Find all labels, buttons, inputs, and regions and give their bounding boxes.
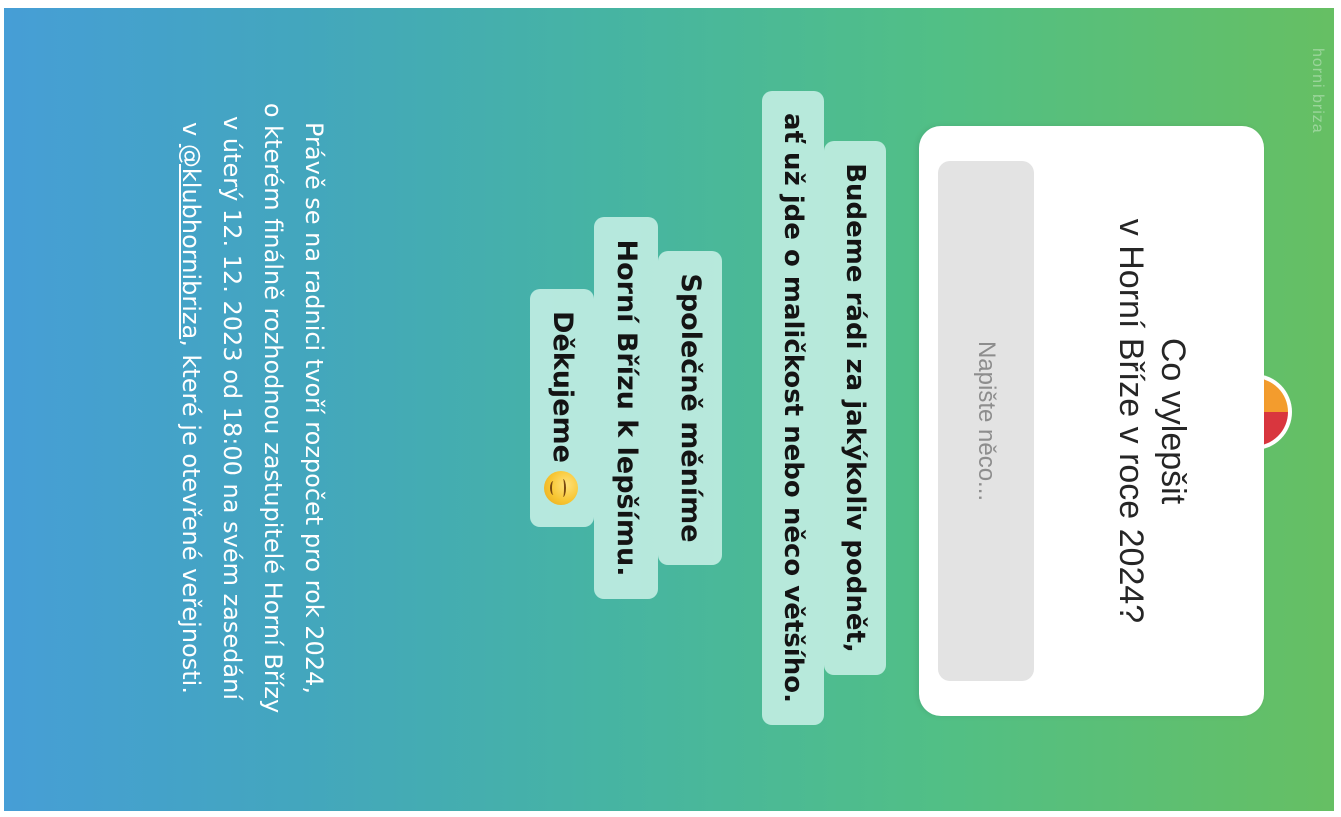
highlight-text-block: Budeme rádi za jakýkoliv podnět, ať už j… [762,28,886,788]
question-title: Co vylepšit v Horní Bříze v roce 2024? [1110,126,1194,716]
question-title-line: v Horní Bříze v roce 2024? [1112,218,1150,624]
thanks-word: Děkujeme [547,311,578,463]
body-text: Právě se na radnici tvoří rozpočet pro r… [170,38,334,778]
highlight-line: Budeme rádi za jakýkoliv podnět, [824,141,886,675]
body-line: Právě se na radnici tvoří rozpočet pro r… [300,122,328,694]
thanks-line: Horní Břízu k lepšímu. [594,217,658,599]
relieved-face-emoji-icon [544,470,579,505]
question-sticker[interactable]: Co vylepšit v Horní Bříze v roce 2024? N… [919,126,1264,716]
answer-input-placeholder: Napište něco... [973,340,1000,502]
body-line: o kterém finálně rozhodnou zastupitelé H… [259,102,287,714]
body-suffix: , které je otevřené veřejnosti. [177,339,205,694]
highlight-line: ať už jde o maličkost nebo něco většího. [762,91,824,725]
thanks-line-last: Děkujeme [530,289,594,527]
body-prefix: v [177,122,205,144]
account-mention-link[interactable]: @klubhornibriza [177,144,205,339]
thanks-line: Společně měníme [658,251,722,565]
watermark-text: horni briza [1309,48,1326,134]
answer-input[interactable]: Napište něco... [938,161,1034,681]
body-line: v úterý 12. 12. 2023 od 18:00 na svém za… [218,116,246,700]
body-line: v @klubhornibriza, které je otevřené veř… [170,38,211,778]
thanks-text-block: Společně měníme Horní Břízu k lepšímu. D… [530,68,722,748]
screenshot-stage: horni briza Co vylepšit v Horní Bříze v … [0,0,1341,817]
instagram-story: horni briza Co vylepšit v Horní Bříze v … [4,8,1334,811]
question-title-line: Co vylepšit [1154,337,1192,505]
